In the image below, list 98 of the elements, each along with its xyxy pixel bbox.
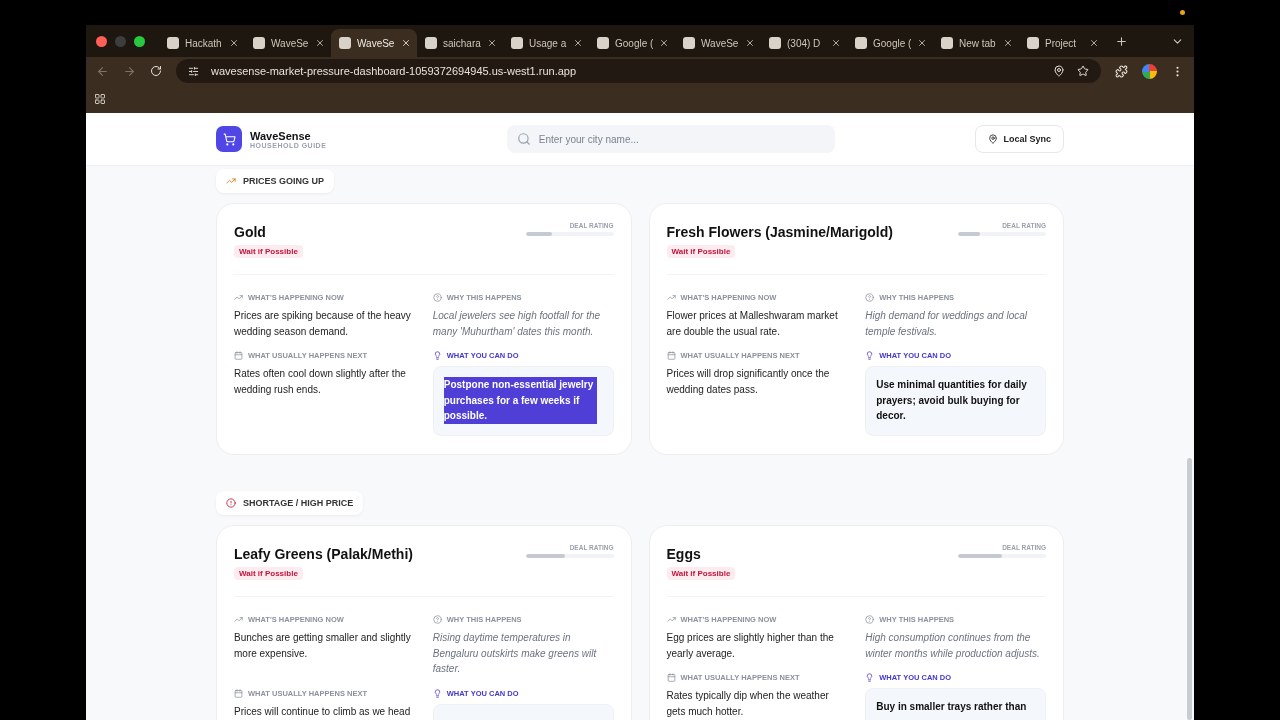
location-icon[interactable]: [1053, 65, 1065, 77]
site-icon: [253, 37, 265, 49]
maximize-window-icon[interactable]: [134, 35, 145, 47]
site-icon: [167, 37, 179, 49]
status-badge: Wait if Possible: [666, 567, 736, 580]
fact-text: Prices will drop significantly once the wedding dates pass.: [666, 367, 831, 397]
trend-up-icon: [226, 176, 236, 186]
item-title: Fresh Flowers (Jasmine/Marigold): [666, 224, 893, 240]
fact-text: Bunches are getting smaller and slightly more expensive.: [234, 631, 412, 661]
lightbulb-icon: [865, 673, 875, 682]
close-icon[interactable]: [1089, 38, 1099, 48]
close-icon[interactable]: [917, 38, 927, 48]
brand-name: WaveSense: [250, 129, 312, 142]
reload-icon[interactable]: [150, 65, 162, 77]
trend-up-icon: [234, 293, 243, 302]
trend-up-icon: [666, 293, 676, 302]
fact-text: Rates typically dip when the weather gets much hotter.: [666, 689, 830, 719]
browser-tab[interactable]: saichara: [417, 29, 503, 57]
fact-text: High demand for weddings and local temple festivals.: [865, 309, 1029, 339]
trend-up-icon: [666, 615, 676, 624]
site-icon: [769, 37, 781, 49]
search-icon: [516, 132, 531, 146]
calendar-icon: [666, 673, 676, 682]
browser-tab[interactable]: WaveSe: [331, 29, 417, 57]
fact-text: Local jewelers see high footfall for the many 'Muhurtham' dates this month.: [432, 309, 602, 339]
profile-avatar[interactable]: [1142, 63, 1157, 79]
close-icon[interactable]: [487, 38, 497, 48]
lightbulb-icon: [432, 688, 442, 698]
trend-up-icon: [234, 615, 243, 624]
calendar-icon: [234, 688, 243, 698]
close-icon[interactable]: [401, 38, 411, 48]
fact-text: Prices will continue to climb as we head: [234, 704, 412, 719]
alert-icon: [226, 498, 236, 508]
search-input[interactable]: Enter your city name...: [536, 132, 825, 146]
fact-text: High consumption continues from the winter months while production adjusts.: [865, 631, 1041, 661]
status-badge: Wait if Possible: [666, 245, 736, 258]
status-badge: Wait if Possible: [234, 567, 303, 580]
help-icon: [865, 615, 875, 624]
new-tab-icon[interactable]: [1115, 34, 1128, 48]
extensions-icon[interactable]: [1115, 64, 1128, 78]
close-icon[interactable]: [659, 38, 669, 48]
site-icon: [1027, 37, 1039, 49]
browser-tab[interactable]: Usage a: [503, 29, 589, 57]
close-icon[interactable]: [573, 38, 583, 48]
tip-text: Use minimal quantities for daily prayers; avoid bulk buying for decor.: [876, 378, 1028, 423]
site-icon: [339, 37, 351, 49]
forward-icon[interactable]: [123, 64, 136, 78]
local-sync-button[interactable]: Local Sync: [975, 125, 1064, 153]
site-settings-icon[interactable]: [188, 65, 199, 77]
browser-tab[interactable]: WaveSe: [245, 29, 331, 57]
fact-text: Prices are spiking because of the heavy wedding season demand.: [234, 309, 412, 339]
item-title: Eggs: [666, 546, 701, 562]
search-field[interactable]: Enter your city name...: [506, 125, 835, 153]
browser-tab[interactable]: Hackath: [159, 29, 245, 57]
site-icon: [425, 37, 437, 49]
fact-text: Rising daytime temperatures in Bengaluru outskirts make greens wilt faster.: [432, 631, 598, 676]
scrollbar[interactable]: [1187, 458, 1192, 720]
section-label: PRICES GOING UP: [243, 176, 324, 186]
calendar-icon: [666, 351, 676, 360]
browser-tab[interactable]: (304) D: [761, 29, 847, 57]
apps-grid-icon[interactable]: [94, 93, 106, 105]
close-icon[interactable]: [229, 38, 239, 48]
cart-logo-icon: [216, 126, 242, 152]
site-icon: [511, 37, 523, 49]
item-title: Leafy Greens (Palak/Methi): [234, 546, 413, 562]
fact-text: Egg prices are slightly higher than the yearly average.: [666, 631, 835, 661]
close-icon[interactable]: [831, 38, 841, 48]
item-title: Gold: [234, 224, 266, 240]
help-icon: [432, 615, 442, 624]
site-icon: [941, 37, 953, 49]
site-icon: [855, 37, 867, 49]
close-icon[interactable]: [315, 38, 325, 48]
browser-tab[interactable]: Google (: [589, 29, 675, 57]
close-window-icon[interactable]: [96, 35, 107, 47]
site-icon: [597, 37, 609, 49]
status-dot-icon: [1180, 10, 1185, 15]
section-label: SHORTAGE / HIGH PRICE: [243, 498, 354, 508]
tip-text: Buy in smaller trays rather than: [876, 700, 1028, 714]
location-icon: [988, 134, 999, 144]
tip-text: Postpone non-essential jewelry purchases for a few weeks if possible.: [443, 377, 597, 424]
help-icon: [865, 293, 875, 302]
browser-tab[interactable]: WaveSe: [675, 29, 761, 57]
lightbulb-icon: [432, 351, 442, 360]
address-bar[interactable]: wavesense-market-pressure-dashboard-1059372694945.us-west1.run.app: [176, 59, 1101, 83]
browser-tab[interactable]: New tab: [933, 29, 1019, 57]
status-badge: Wait if Possible: [234, 245, 303, 258]
site-icon: [683, 37, 695, 49]
fact-text: Flower prices at Malleshwaram market are double the usual rate.: [666, 309, 839, 339]
browser-tab[interactable]: Google (: [847, 29, 933, 57]
close-icon[interactable]: [745, 38, 755, 48]
lightbulb-icon: [865, 351, 875, 360]
calendar-icon: [234, 351, 243, 360]
close-icon[interactable]: [1003, 38, 1013, 48]
fact-text: Rates often cool down slightly after the wedding rush ends.: [234, 367, 407, 397]
back-icon[interactable]: [96, 64, 109, 78]
help-icon: [432, 293, 442, 302]
browser-tab[interactable]: Project: [1019, 29, 1105, 57]
bookmark-star-icon[interactable]: [1077, 65, 1089, 77]
